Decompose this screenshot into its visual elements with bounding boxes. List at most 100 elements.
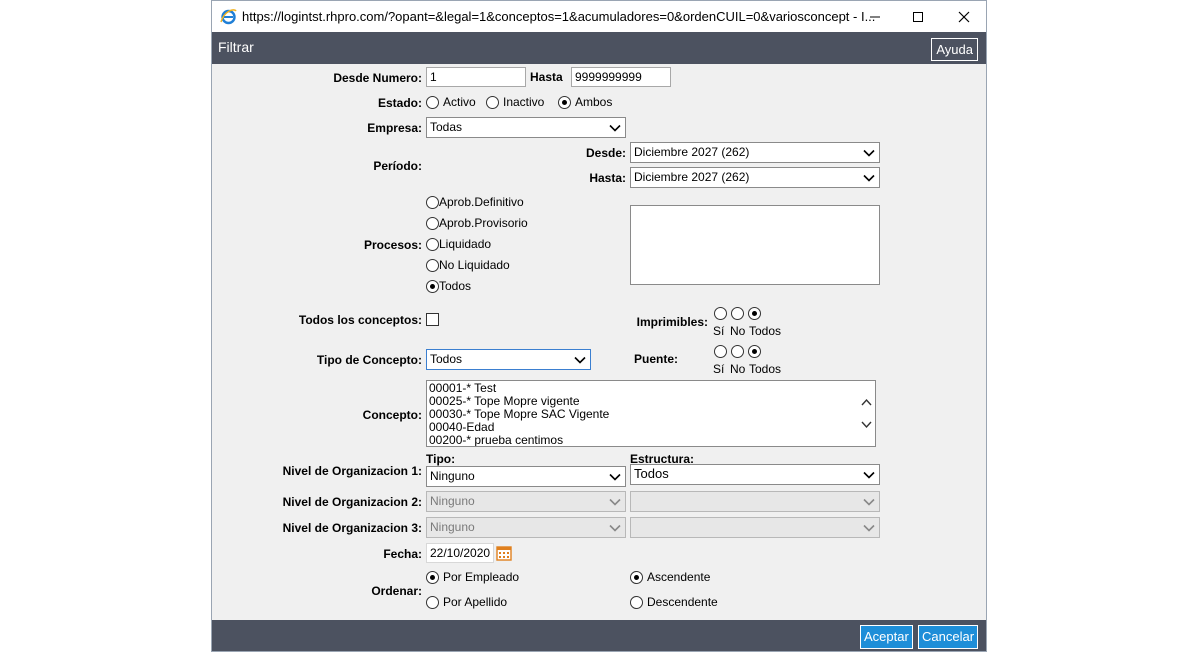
imprimibles-label: Imprimibles: [636, 315, 708, 329]
periodo-hasta-select[interactable]: Diciembre 2027 (262) [630, 167, 880, 188]
estado-inactivo-label: Inactivo [503, 95, 545, 109]
chevron-up-icon[interactable] [861, 397, 872, 408]
close-button[interactable] [941, 1, 986, 32]
tipo-concepto-label: Tipo de Concepto: [316, 353, 422, 367]
todos-conceptos-label: Todos los conceptos: [298, 313, 422, 327]
nivel-tipo-header: Tipo: [426, 452, 456, 466]
ordenar-ascendente-radio[interactable] [630, 571, 643, 584]
imprimibles-todos-radio[interactable] [748, 307, 761, 320]
ordenar-descendente-label: Descendente [647, 595, 718, 609]
ordenar-por-empleado-radio[interactable] [426, 571, 439, 584]
estado-activo-radio[interactable] [426, 96, 439, 109]
accept-button[interactable]: Aceptar [860, 625, 913, 649]
puente-no-radio[interactable] [731, 345, 744, 358]
procesos-aprob-provisorio-label: Aprob.Provisorio [439, 216, 528, 230]
nivel2-label: Nivel de Organizacion 2: [282, 495, 422, 509]
desde-numero-input[interactable]: 1 [426, 67, 526, 87]
puente-label: Puente: [633, 352, 678, 366]
nivel1-tipo-select[interactable]: Ninguno [426, 466, 626, 487]
estado-label: Estado: [377, 96, 422, 110]
ordenar-por-apellido-label: Por Apellido [443, 595, 508, 609]
fecha-label: Fecha: [383, 547, 422, 561]
periodo-hasta-value: Diciembre 2027 (262) [634, 170, 750, 184]
chevron-down-icon [609, 524, 621, 532]
minimize-button[interactable] [852, 1, 897, 32]
concepto-label: Concepto: [362, 408, 422, 422]
chevron-down-icon [863, 498, 875, 506]
nivel3-label: Nivel de Organizacion 3: [282, 521, 422, 535]
maximize-button[interactable] [895, 1, 940, 32]
minimize-icon [869, 16, 880, 17]
calendar-icon[interactable] [496, 545, 512, 561]
cancel-button[interactable]: Cancelar [918, 625, 979, 649]
url-text: https://logintst.rhpro.com/?opant=&legal… [242, 9, 876, 24]
procesos-aprob-definitivo-label: Aprob.Definitivo [439, 195, 524, 209]
procesos-no-liquidado-label: No Liquidado [439, 258, 510, 272]
periodo-label: Período: [373, 159, 422, 173]
close-icon [958, 11, 969, 22]
browser-titlebar: https://logintst.rhpro.com/?opant=&legal… [212, 1, 986, 32]
concepto-listbox[interactable]: 00001-* Test 00025-* Tope Mopre vigente … [426, 380, 876, 447]
estado-inactivo-radio[interactable] [486, 96, 499, 109]
desde-numero-label: Desde Numero: [333, 71, 422, 85]
help-button[interactable]: Ayuda [931, 38, 978, 61]
periodo-desde-value: Diciembre 2027 (262) [634, 145, 750, 159]
maximize-icon [912, 11, 923, 22]
imprimibles-todos-label: Todos [749, 324, 782, 338]
procesos-liquidado-label: Liquidado [439, 237, 492, 251]
imprimibles-si-radio[interactable] [714, 307, 727, 320]
imprimibles-no-radio[interactable] [731, 307, 744, 320]
chevron-down-icon [863, 149, 875, 157]
chevron-down-icon [574, 356, 586, 364]
nivel2-tipo-value: Ninguno [430, 494, 475, 508]
periodo-hasta-label: Hasta: [589, 171, 626, 185]
dialog-window: https://logintst.rhpro.com/?opant=&legal… [211, 0, 987, 652]
periodo-desde-label: Desde: [585, 146, 626, 160]
puente-todos-label: Todos [749, 362, 782, 376]
internet-explorer-icon [220, 9, 237, 25]
page-title: Filtrar [218, 39, 254, 55]
puente-si-radio[interactable] [714, 345, 727, 358]
chevron-down-icon [609, 124, 621, 132]
ordenar-por-apellido-radio[interactable] [426, 596, 439, 609]
nivel1-estructura-select[interactable]: Todos [630, 464, 880, 485]
procesos-liquidado-radio[interactable] [426, 238, 439, 251]
procesos-aprob-definitivo-radio[interactable] [426, 196, 439, 209]
ordenar-label: Ordenar: [371, 584, 422, 598]
nivel3-tipo-value: Ninguno [430, 520, 475, 534]
procesos-no-liquidado-radio[interactable] [426, 259, 439, 272]
imprimibles-no-label: No [730, 324, 746, 338]
nivel2-estructura-select[interactable] [630, 491, 880, 512]
nivel2-tipo-select[interactable]: Ninguno [426, 491, 626, 512]
chevron-down-icon [863, 174, 875, 182]
procesos-aprob-provisorio-radio[interactable] [426, 217, 439, 230]
todos-conceptos-checkbox[interactable] [426, 313, 439, 326]
nivel3-tipo-select[interactable]: Ninguno [426, 517, 626, 538]
procesos-listbox[interactable] [630, 205, 880, 285]
nivel1-estructura-value: Todos [634, 466, 669, 481]
periodo-desde-select[interactable]: Diciembre 2027 (262) [630, 142, 880, 163]
dialog-header: Filtrar Ayuda [212, 32, 986, 64]
empresa-select[interactable]: Todas [426, 117, 626, 138]
chevron-down-icon [863, 471, 875, 479]
puente-todos-radio[interactable] [748, 345, 761, 358]
tipo-concepto-value: Todos [430, 352, 463, 366]
fecha-input[interactable]: 22/10/2020 [426, 543, 494, 563]
nivel1-tipo-value: Ninguno [430, 469, 475, 483]
list-item[interactable]: 00200-* prueba centimos [427, 434, 875, 447]
hasta-numero-input[interactable]: 9999999999 [571, 67, 671, 87]
estado-activo-label: Activo [443, 95, 476, 109]
tipo-concepto-select[interactable]: Todos [426, 349, 591, 370]
empresa-label: Empresa: [367, 121, 422, 135]
nivel1-label: Nivel de Organizacion 1: [282, 464, 422, 478]
ordenar-descendente-radio[interactable] [630, 596, 643, 609]
chevron-down-icon [609, 498, 621, 506]
nivel3-estructura-select[interactable] [630, 517, 880, 538]
puente-no-label: No [730, 362, 746, 376]
chevron-down-icon[interactable] [861, 419, 872, 430]
procesos-todos-radio[interactable] [426, 280, 439, 293]
empresa-value: Todas [430, 120, 463, 134]
concepto-scrollbar[interactable] [858, 381, 875, 446]
estado-ambos-radio[interactable] [558, 96, 571, 109]
list-item[interactable]: 00030-* Tope Mopre SAC Vigente [427, 408, 875, 421]
